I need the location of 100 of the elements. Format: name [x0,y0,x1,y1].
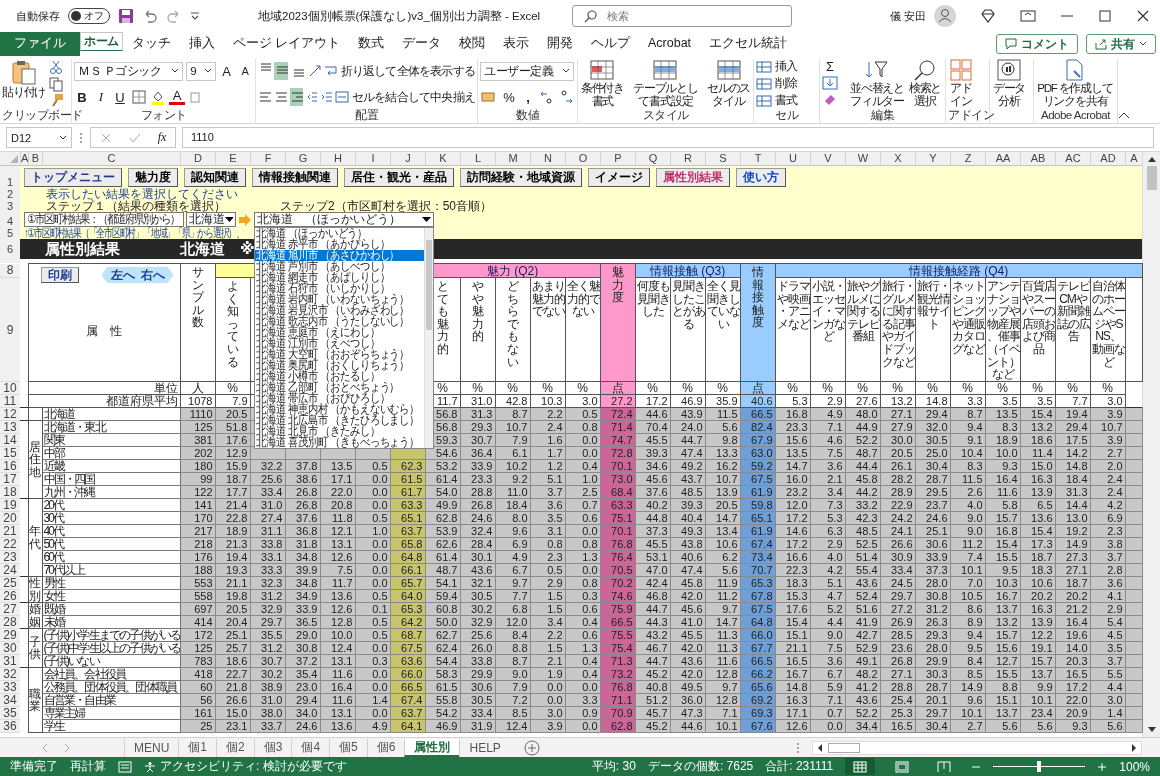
sheet-tab[interactable]: 個3 [253,738,292,757]
dropdown-option[interactable]: 北海道 岩見沢市 （いわみざわし） [255,305,424,316]
view-button[interactable] [845,758,876,775]
nav-button[interactable]: 情報接触関連 [252,167,338,187]
ribbon-tab[interactable]: タッチ [122,32,180,56]
sort-filter-button[interactable]: 並べ替えとフィルター [850,59,904,107]
column-letter[interactable]: Y [915,152,950,165]
column-letter[interactable]: B [28,152,42,165]
sheet-tab[interactable]: HELP [459,738,510,757]
dropdown-option[interactable]: 北海道 乙部町 （おとべちょう） [255,382,424,393]
paste-button[interactable]: 貼り付け [2,59,46,99]
fill-down-icon[interactable] [822,76,838,90]
currency-icon[interactable] [480,89,498,105]
horizontal-scrollbar[interactable] [812,740,1142,755]
number-format-select[interactable]: ユーザー定義 [480,61,574,81]
ribbon-display-icon[interactable] [1020,9,1036,23]
municipality-dropdown[interactable]: 北海道 （ほっかいどう） [254,212,434,227]
column-letter[interactable]: V [810,152,845,165]
row-number[interactable]: 6 [0,239,20,259]
macro-icon[interactable] [118,760,132,773]
row-number[interactable]: 3 [0,200,20,212]
accessibility-status[interactable]: アクセシビリティ: 検討が必要です [144,758,347,775]
nav-button[interactable]: 使い方 [736,167,786,187]
comma-button[interactable]: , [520,89,536,105]
align-icon[interactable] [274,62,288,80]
column-letter[interactable]: I [355,152,390,165]
dropdown-option[interactable]: 北海道 旭川市 （あさひかわし） [255,250,424,261]
column-letter[interactable]: Q [635,152,670,165]
ribbon-tab[interactable]: 挿入 [179,32,224,56]
dropdown-option[interactable]: 北海道 神恵内村 （かもえないむら） [255,404,424,415]
column-letter[interactable]: Z [950,152,985,165]
dropdown-option[interactable]: 北海道 奥尻町 （おくしりちょう） [255,360,424,371]
nav-button[interactable]: 魅力度 [128,167,178,187]
merge-button[interactable]: セルを結合して中央揃え [334,89,475,105]
column-letter[interactable]: A [20,152,28,165]
user-name[interactable]: 儀 安田 [889,8,926,24]
ribbon-tab[interactable]: エクセル統計 [700,32,797,56]
style-button[interactable]: 条件付き書式 [580,59,625,107]
wrap-text-button[interactable]: 折り返して全体を表示する [323,63,475,79]
save-icon[interactable] [118,8,134,24]
column-letter[interactable]: AB [1020,152,1055,165]
add-sheet-icon[interactable] [523,739,540,756]
dropdown-option[interactable]: 北海道 芦別市 （あしべつし） [255,261,424,272]
scissors-icon[interactable] [48,59,65,75]
name-box[interactable]: D12 [6,127,72,148]
fill-color-icon[interactable] [150,89,166,105]
underline-button[interactable]: U [112,89,128,105]
decimal-icon[interactable] [539,89,555,105]
nav-button[interactable]: 訪問経験・地域資源 [460,167,582,187]
scrollbar[interactable] [424,228,433,448]
column-letter[interactable]: E [215,152,250,165]
dropdown-option[interactable]: 北海道 北広島市 （きたひろしまし） [255,415,424,426]
row-number[interactable]: 5 [0,227,20,239]
nav-button[interactable]: トップメニュー [24,167,122,187]
next-sheet-icon[interactable] [62,742,72,753]
left-button[interactable]: 左へ [107,268,138,282]
column-letter[interactable]: AC [1055,152,1090,165]
autosum-button[interactable]: Σ [822,59,838,74]
sheet-tab[interactable]: 個4 [291,738,330,757]
diamond-icon[interactable] [980,8,996,24]
ribbon-tab[interactable]: ホーム [80,32,123,51]
dropdown-option[interactable]: 北海道 （ほっかいどう） [255,228,424,239]
row-number[interactable]: 8 [0,263,20,278]
dropdown-option[interactable]: 北海道 小樽市 （おたるし） [255,371,424,382]
indent-icon[interactable] [320,89,332,105]
comment-button[interactable]: コメント [996,34,1078,54]
sheet-tab[interactable]: 属性別 [404,738,460,757]
sheet-tab[interactable]: 個5 [329,738,367,757]
find-select-button[interactable]: 検索と選択 [907,59,943,107]
formula-field[interactable]: 1110 [182,127,1154,148]
column-letter[interactable]: S [705,152,740,165]
prefecture-dropdown[interactable]: 北海道 [186,212,236,227]
column-letter[interactable]: R [670,152,705,165]
ribbon-tab[interactable]: 表示 [494,32,538,56]
nav-button[interactable]: 属性別結果 [656,167,730,187]
check-icon[interactable] [128,131,141,144]
column-letter[interactable]: AA [985,152,1020,165]
copy-icon[interactable] [48,76,65,92]
drag-handle-icon[interactable] [796,741,800,754]
dropdown-option[interactable]: 北海道 赤平市 （あかびらし） [255,239,424,250]
cells-button[interactable]: 書式 [756,93,817,108]
result-type-field[interactable]: ①市区町村結果：（都道府県別から） [24,212,184,227]
vertical-scrollbar[interactable] [1142,152,1160,737]
status-text[interactable]: 再計算 [70,758,106,775]
column-letter[interactable]: T [740,152,775,165]
nav-button[interactable]: 居住・観光・産品 [344,167,454,187]
row-number[interactable]: 1 [0,166,20,188]
row-number[interactable]: 9 [0,277,20,382]
scroll-up-icon[interactable] [1146,155,1157,163]
cells-button[interactable]: 削除 [756,76,817,91]
row-number[interactable]: 2 [0,188,20,200]
column-letter[interactable]: J [390,152,425,165]
column-letter[interactable]: O [565,152,600,165]
ribbon-tab[interactable]: ページ レイアウト [223,32,349,56]
font-color-button[interactable]: A [169,89,185,105]
scroll-down-icon[interactable] [1146,726,1157,734]
font-size-select[interactable]: 9 [186,61,216,81]
align-icon[interactable] [289,88,303,106]
addins-button[interactable]: アドイン [948,59,974,107]
print-button[interactable]: 印刷 [40,267,79,283]
